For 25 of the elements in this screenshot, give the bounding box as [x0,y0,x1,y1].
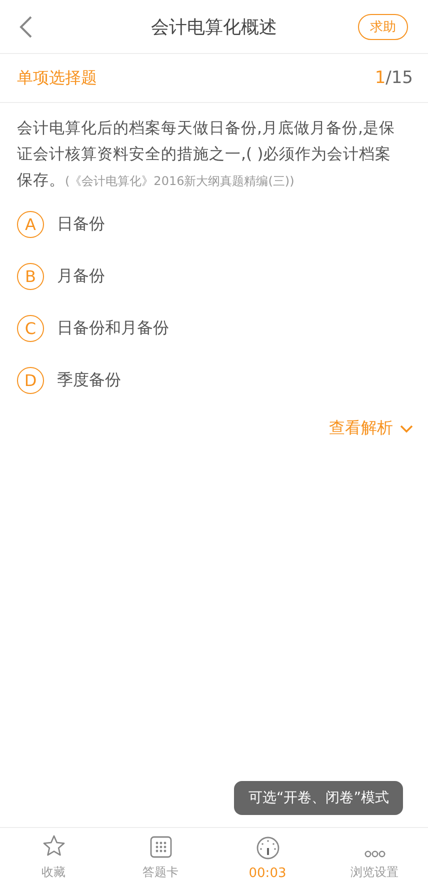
option-text[interactable]: 日备份和月备份 [57,318,169,338]
option-text[interactable]: 月备份 [57,266,105,286]
option-text[interactable]: 日备份 [57,214,105,234]
help-button[interactable]: 求助 [358,14,408,40]
more-icon [364,850,386,858]
question-type: 单项选择题 [17,68,97,88]
star-icon [42,834,66,858]
tab-item[interactable]: 00:03 [214,828,321,893]
chevron-down-icon [400,424,413,432]
question-text: 会计电算化后的档案每天做日备份,月底做月备份,是保证会计核算资料安全的措施之一,( )必须作为会计档案保存。(《会计电算化》2016新大纲真题精编(三)) [17,117,396,191]
tab-item[interactable]: 收藏 [0,828,107,893]
option-letter[interactable]: D [17,366,44,394]
question-counter: 1/15 [374,68,413,88]
tab-item[interactable]: 浏览设置 [321,828,428,893]
option-letter[interactable]: C [17,314,44,342]
grid-icon [150,836,172,858]
option-letter[interactable]: B [17,262,44,290]
view-analysis-link[interactable]: 查看解析 [329,418,413,439]
tab-item[interactable]: 答题卡 [107,828,214,893]
tooltip: 可选“开卷、闭卷”模式 [234,781,403,815]
back-icon[interactable] [19,15,33,39]
page-title: 会计电算化概述 [151,16,277,38]
gauge-icon [256,836,280,860]
option-letter[interactable]: A [17,210,44,238]
option-text[interactable]: 季度备份 [57,370,121,390]
